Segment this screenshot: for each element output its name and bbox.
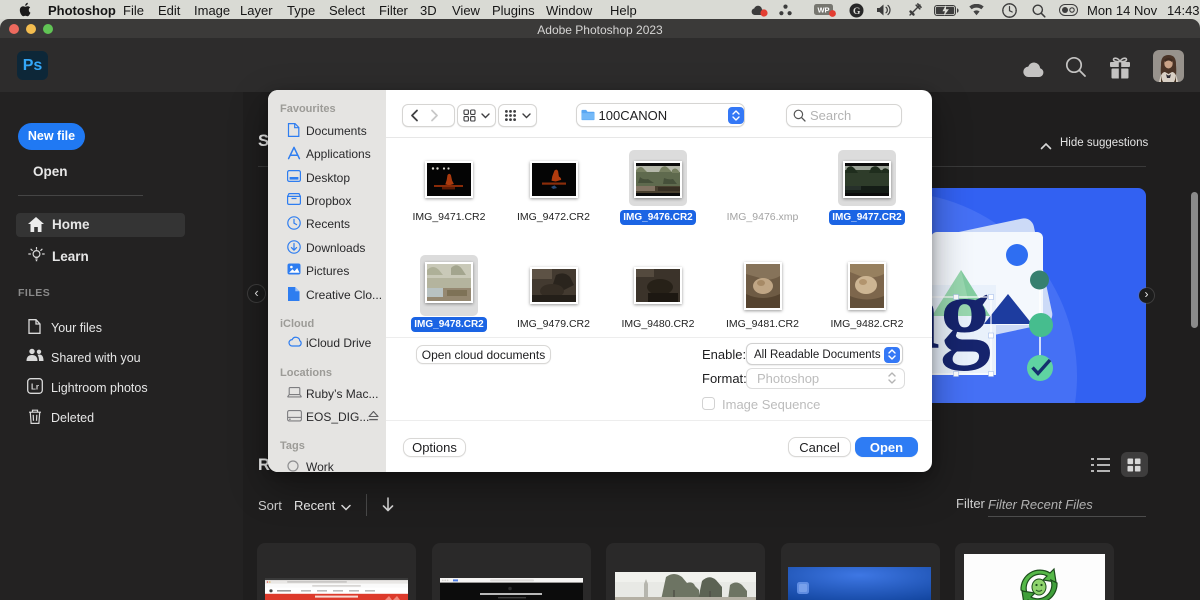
svg-text:WP: WP xyxy=(817,6,829,15)
svg-text:G: G xyxy=(853,7,861,17)
svg-text:Lr: Lr xyxy=(31,382,39,391)
